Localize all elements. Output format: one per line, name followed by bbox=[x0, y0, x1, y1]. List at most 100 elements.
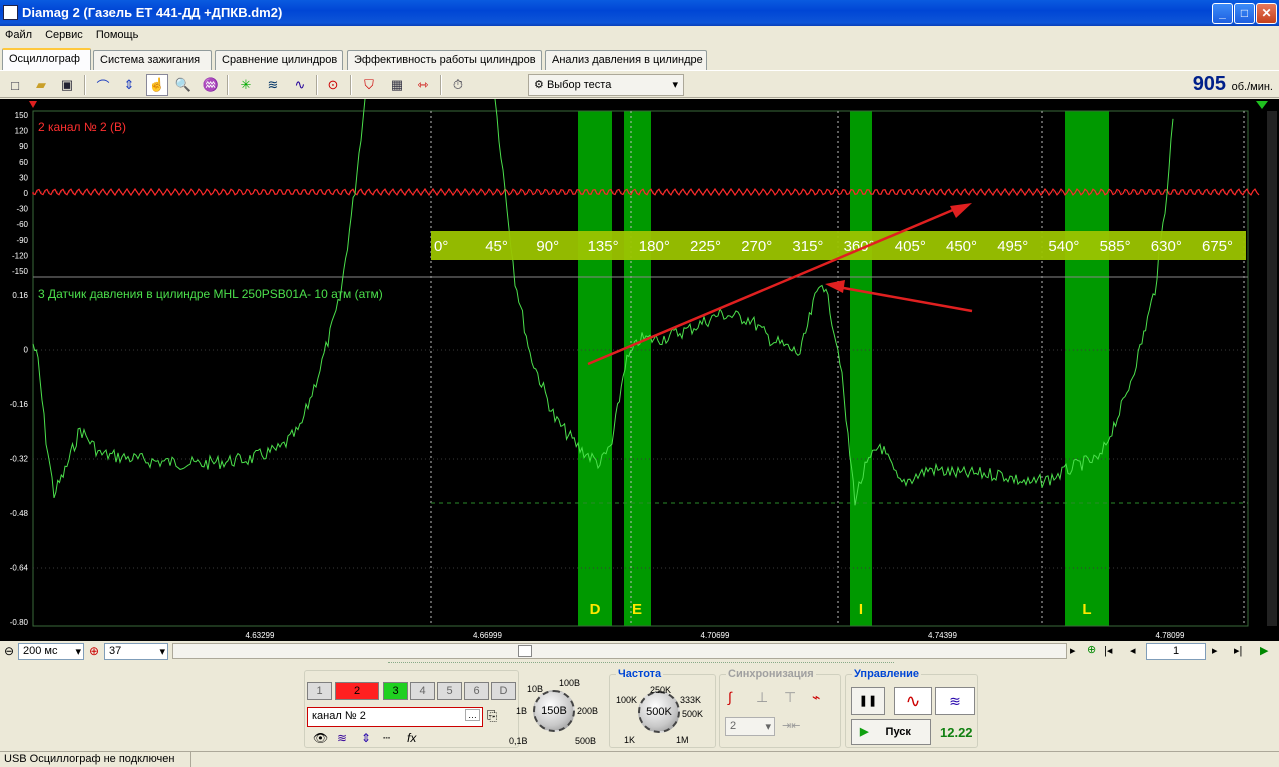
first-page-icon[interactable]: |◂ bbox=[1104, 644, 1112, 657]
angle-label: 540° bbox=[1048, 238, 1079, 255]
grid-icon[interactable]: ▦ bbox=[386, 74, 408, 96]
vertical-scrollbar[interactable] bbox=[1267, 111, 1277, 626]
channel-6-button[interactable]: 6 bbox=[464, 682, 489, 700]
prev-page-icon[interactable]: ◂ bbox=[1130, 644, 1136, 657]
tab-ignition[interactable]: Система зажигания bbox=[93, 50, 212, 70]
channel-3-button[interactable]: 3 bbox=[383, 682, 408, 700]
tab-oscilloscope[interactable]: Осциллограф bbox=[2, 48, 91, 70]
sync-edge-down-icon[interactable]: ⊤ bbox=[784, 689, 796, 706]
tab-cylinder-efficiency[interactable]: Эффективность работы цилиндров bbox=[347, 50, 542, 70]
auto-scale-icon[interactable]: ⏱ bbox=[447, 74, 469, 96]
horizontal-scrollbar[interactable] bbox=[172, 643, 1067, 659]
frequency-scale-label: 333K bbox=[680, 695, 702, 705]
ch3-tick-label: -0.16 bbox=[10, 400, 29, 409]
oscillogram: 150 120 90 60 30 0 -30 -60 -90 -120 -150 0.16 0 -0.1… bbox=[10, 99, 1275, 640]
play-icon[interactable]: ▶ bbox=[1260, 644, 1268, 657]
new-file-icon[interactable]: □ bbox=[4, 74, 26, 96]
title-bar: Diamag 2 (Газель ЕТ 441-ДД +ДПКВ.dm2) _ … bbox=[0, 0, 1279, 26]
invert-icon[interactable]: ≋ bbox=[337, 731, 347, 745]
minimize-button[interactable]: _ bbox=[1212, 3, 1233, 24]
dash-icon[interactable]: ┄ bbox=[383, 731, 390, 745]
zoom-in-icon[interactable]: ⊕ bbox=[89, 644, 99, 658]
channel-5-button[interactable]: 5 bbox=[437, 682, 462, 700]
control-title: Управление bbox=[852, 668, 922, 680]
angle-label: 585° bbox=[1100, 238, 1131, 255]
ch2-tick-label: 30 bbox=[19, 173, 28, 182]
noise-mode-button[interactable]: ≋ bbox=[935, 687, 975, 715]
ch2-tick-label: 120 bbox=[15, 127, 29, 136]
spark-icon[interactable]: ✳ bbox=[235, 74, 257, 96]
menu-file[interactable]: Файл bbox=[0, 27, 37, 43]
close-button[interactable]: ✕ bbox=[1256, 3, 1277, 24]
pause-button[interactable]: ❚❚ bbox=[851, 687, 885, 715]
split-icon[interactable]: ⇿ bbox=[412, 74, 434, 96]
angle-label: 450° bbox=[946, 238, 977, 255]
start-button[interactable]: ▶ Пуск bbox=[851, 719, 931, 745]
hand-tool-icon[interactable]: ☝ bbox=[146, 74, 168, 96]
channel-1-button[interactable]: 1 bbox=[307, 682, 332, 700]
angle-label: 675° bbox=[1202, 238, 1233, 255]
menu-service[interactable]: Сервис bbox=[40, 27, 88, 43]
angle-label: 180° bbox=[639, 238, 670, 255]
function-icon[interactable]: fx bbox=[407, 731, 416, 745]
offset-icon[interactable]: ⇕ bbox=[361, 731, 371, 745]
voltage-scale-label: 10В bbox=[527, 684, 544, 694]
tab-pressure-analysis[interactable]: Анализ давления в цилиндре bbox=[545, 50, 707, 70]
next-page-icon[interactable]: ▸ bbox=[1212, 644, 1218, 657]
ch3-tick-label: -0.64 bbox=[10, 564, 29, 573]
zoom-icon[interactable]: 🔍 bbox=[172, 74, 194, 96]
timebase-select[interactable]: 200 мс ▾ bbox=[18, 643, 84, 660]
sync-edge-up-icon[interactable]: ⊥ bbox=[756, 689, 768, 706]
menu-help[interactable]: Помощь bbox=[91, 27, 144, 43]
more-button[interactable]: … bbox=[465, 709, 480, 721]
play-back-icon[interactable]: ▸ bbox=[1070, 644, 1076, 657]
save-icon[interactable]: ▣ bbox=[56, 74, 78, 96]
zoom-value: 37 bbox=[109, 645, 122, 657]
ch2-tick-label: -90 bbox=[16, 236, 28, 245]
oscilloscope-view[interactable]: 150 120 90 60 30 0 -30 -60 -90 -120 -150 0.16 0 -0.1… bbox=[0, 99, 1279, 641]
tab-cylinder-compare[interactable]: Сравнение цилиндров bbox=[215, 50, 343, 70]
last-page-icon[interactable]: ▸| bbox=[1234, 644, 1242, 657]
page-field[interactable]: 1 bbox=[1146, 643, 1206, 660]
angle-label: 45° bbox=[485, 238, 508, 255]
cylinder-wave-icon[interactable]: ∿ bbox=[289, 74, 311, 96]
filter-icon[interactable]: ♒ bbox=[200, 74, 222, 96]
channel-name-field[interactable]: канал № 2 … bbox=[307, 707, 483, 727]
zoom-select[interactable]: 37 ▾ bbox=[104, 643, 168, 660]
angle-label: 225° bbox=[690, 238, 721, 255]
ch2-tick-label: -120 bbox=[12, 251, 29, 260]
zoom-out-icon[interactable]: ⊖ bbox=[4, 644, 14, 658]
sync-channel-select[interactable]: 2 ▾ bbox=[725, 717, 775, 736]
left-trigger-marker[interactable] bbox=[29, 101, 37, 108]
ch3-tick-label: -0.80 bbox=[10, 618, 29, 627]
channel-4-button[interactable]: 4 bbox=[410, 682, 435, 700]
control-group: Управление ❚❚ ∿ ≋ ▶ Пуск 12.22 bbox=[845, 668, 978, 748]
tab-strip: Осциллограф Система зажигания Сравнение … bbox=[0, 48, 1279, 70]
play-icon: ▶ bbox=[860, 726, 869, 738]
sine-mode-button[interactable]: ∿ bbox=[894, 687, 932, 715]
rpm-value: 905 bbox=[1192, 73, 1227, 95]
vertical-cursor-icon[interactable]: ⇕ bbox=[118, 74, 140, 96]
sync-rise-icon[interactable]: ∫ bbox=[728, 689, 732, 705]
panel-splitter[interactable] bbox=[388, 662, 894, 667]
open-folder-icon[interactable]: ▰ bbox=[30, 74, 52, 96]
add-page-icon[interactable]: ⊕ bbox=[1087, 643, 1096, 656]
channel-2-button[interactable]: 2 bbox=[335, 682, 379, 700]
marker-band-l bbox=[1065, 111, 1109, 626]
wave-icon[interactable]: ≋ bbox=[262, 74, 284, 96]
device-icon[interactable]: ⎘ bbox=[487, 708, 497, 724]
sync-auto-icon[interactable]: ⌁ bbox=[812, 689, 820, 706]
scroll-thumb[interactable] bbox=[518, 645, 532, 657]
frequency-knob[interactable]: 500K bbox=[638, 691, 680, 733]
eye-icon[interactable]: 👁 bbox=[313, 731, 328, 745]
voltage-knob[interactable]: 150В bbox=[533, 690, 575, 732]
time-label: 4.70699 bbox=[701, 631, 730, 640]
test-select[interactable]: ⚙ Выбор теста ▾ bbox=[528, 74, 684, 96]
sync-collapse-icon[interactable]: ⇥⇤ bbox=[782, 719, 800, 732]
cursor-arc-icon[interactable]: ⌒ bbox=[92, 74, 114, 96]
marker-filter-icon[interactable]: ⛉ bbox=[358, 74, 380, 96]
auto-sync-icon[interactable]: ⊙ bbox=[322, 74, 344, 96]
maximize-button[interactable]: □ bbox=[1234, 3, 1255, 24]
channel-d-button[interactable]: D bbox=[491, 682, 516, 700]
right-trigger-marker[interactable] bbox=[1256, 101, 1268, 109]
